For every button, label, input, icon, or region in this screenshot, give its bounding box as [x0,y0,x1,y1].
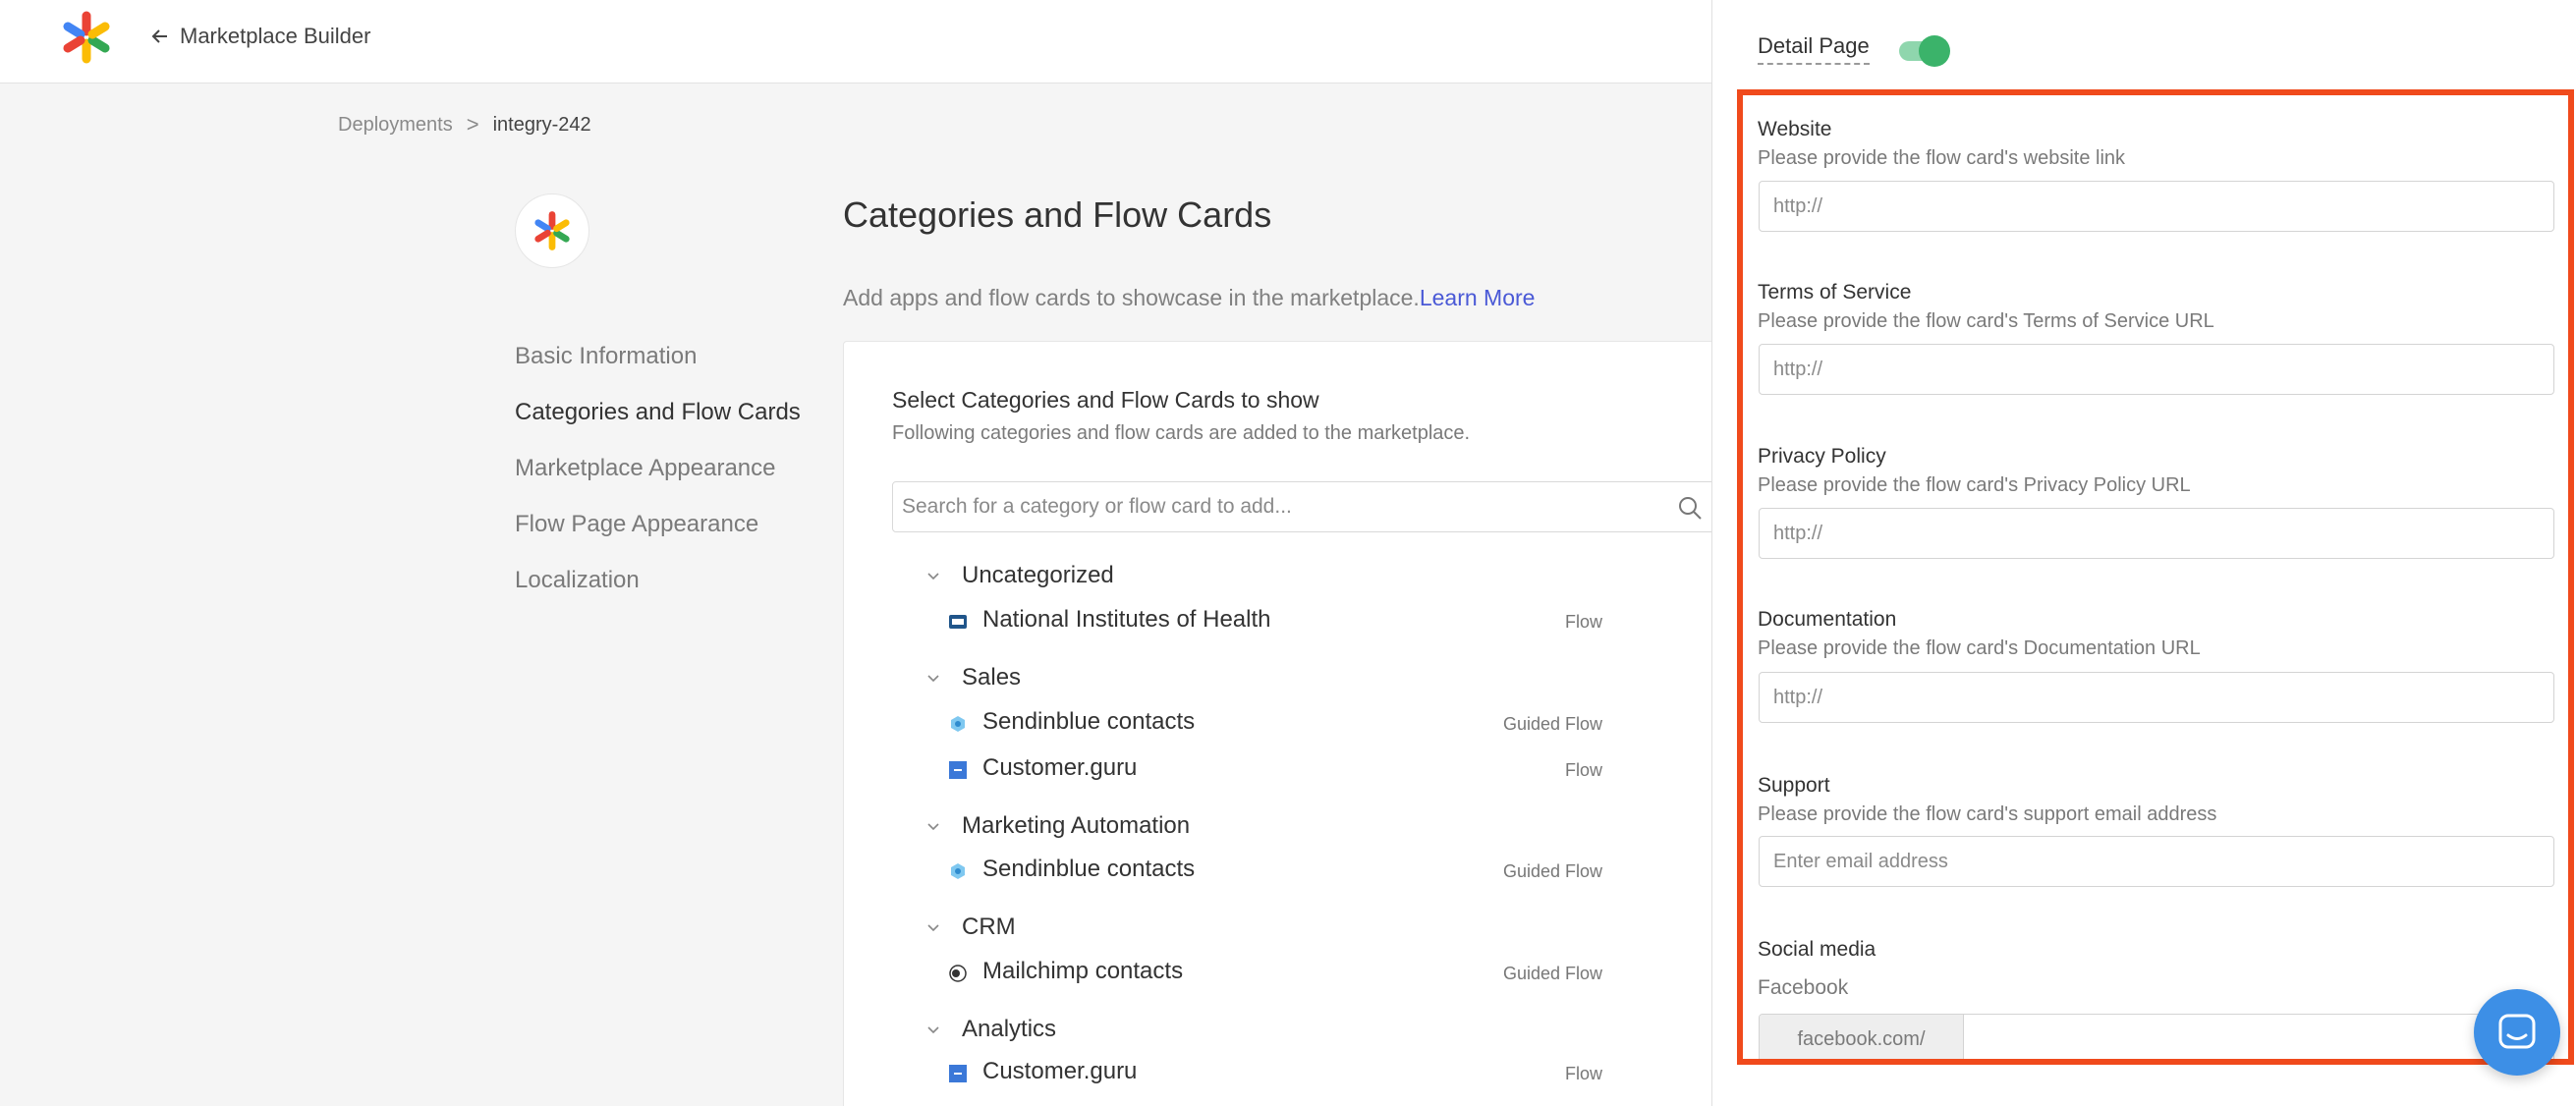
flow-card-name: Customer.guru [982,754,1138,781]
flow-card-row[interactable]: Customer.guru Flow [924,1056,1602,1089]
back-to-marketplace-builder-link[interactable]: Marketplace Builder [150,22,370,51]
deployment-avatar [515,194,589,268]
category-crm[interactable]: CRM [924,911,1016,944]
sendinblue-app-icon [951,863,965,879]
category-sales[interactable]: Sales [924,661,1021,694]
detail-page-toggle[interactable] [1899,35,1950,67]
sendinblue-app-icon [951,716,965,732]
chevron-down-icon[interactable] [924,1021,942,1038]
category-label: Uncategorized [962,562,1114,588]
flow-card-type: Flow [1564,760,1602,780]
flow-card-type: Guided Flow [1502,714,1602,734]
page-title: Categories and Flow Cards [843,194,1272,235]
chat-icon [2498,1014,2536,1049]
page-subtitle: Add apps and flow cards to showcase in t… [843,285,1535,311]
breadcrumb-separator: > [466,112,479,137]
facebook-prefix: facebook.com/ [1760,1015,1964,1064]
chat-launcher-button[interactable] [2474,989,2560,1076]
back-label: Marketplace Builder [180,24,371,48]
integry-logo[interactable] [59,10,114,65]
category-analytics[interactable]: Analytics [924,1013,1056,1046]
arrow-left-icon [151,29,167,43]
breadcrumb: Deployments > integry-242 [338,112,591,138]
mailchimp-app-icon [949,965,967,982]
nav-basic-information[interactable]: Basic Information [515,340,801,396]
subtitle-text: Add apps and flow cards to showcase in t… [843,285,1420,310]
detail-page-panel: Detail Page Website Please provide the f… [1711,0,2576,1106]
flow-card-row[interactable]: Sendinblue contacts Guided Flow [924,854,1602,887]
flow-card-row[interactable]: Sendinblue contacts Guided Flow [924,706,1602,740]
terms-of-service-label: Terms of Service [1758,281,1912,304]
category-label: Marketing Automation [962,812,1191,839]
nav-marketplace-appearance[interactable]: Marketplace Appearance [515,452,801,508]
terms-of-service-help: Please provide the flow card's Terms of … [1758,310,2214,332]
toggle-knob [1919,35,1950,67]
chevron-down-icon[interactable] [924,817,942,835]
flow-card-name: Customer.guru [982,1058,1138,1084]
category-label: Analytics [962,1016,1057,1042]
flow-card-type: Flow [1564,612,1602,632]
support-email-input[interactable] [1759,836,2554,887]
search-icon[interactable] [1677,495,1703,521]
breadcrumb-current: integry-242 [492,113,591,136]
support-help: Please provide the flow card's support e… [1758,803,2217,825]
website-input[interactable] [1759,181,2554,232]
support-label: Support [1758,774,1830,797]
documentation-input[interactable] [1759,672,2554,723]
website-label: Website [1758,118,1832,140]
flow-card-row[interactable]: Customer.guru Flow [924,752,1602,786]
breadcrumb-deployments[interactable]: Deployments [338,114,453,137]
terms-of-service-input[interactable] [1759,344,2554,395]
category-label: Sales [962,664,1022,691]
customer-guru-app-icon [949,761,967,779]
social-media-label: Social media [1758,938,1876,961]
category-search-input[interactable] [893,482,1716,531]
facebook-input[interactable] [1964,1015,2553,1064]
category-label: CRM [962,913,1016,940]
card-title: Select Categories and Flow Cards to show [892,387,1319,413]
privacy-policy-help: Please provide the flow card's Privacy P… [1758,474,2191,496]
flow-card-type: Guided Flow [1502,861,1602,881]
flow-card-name: Sendinblue contacts [982,856,1196,882]
categories-card: Select Categories and Flow Cards to show… [843,341,1727,1106]
facebook-label: Facebook [1758,976,1849,999]
card-subtitle: Following categories and flow cards are … [892,422,1471,444]
integry-logo-small [534,211,570,250]
nav-flow-page-appearance[interactable]: Flow Page Appearance [515,508,801,564]
website-help: Please provide the flow card's website l… [1758,147,2126,169]
category-search [892,481,1717,532]
chevron-down-icon[interactable] [924,669,942,687]
nav-categories-and-flow-cards[interactable]: Categories and Flow Cards [515,396,801,452]
category-marketing-automation[interactable]: Marketing Automation [924,809,1190,843]
flow-card-type: Guided Flow [1502,964,1602,983]
flow-card-name: National Institutes of Health [982,606,1271,633]
flow-card-name: Sendinblue contacts [982,708,1196,735]
chevron-down-icon[interactable] [924,567,942,584]
privacy-policy-label: Privacy Policy [1758,445,1886,468]
flow-card-type: Flow [1564,1064,1602,1083]
flow-card-name: Mailchimp contacts [982,958,1184,984]
category-uncategorized[interactable]: Uncategorized [924,559,1114,592]
facebook-field: facebook.com/ [1759,1014,2554,1065]
documentation-label: Documentation [1758,608,1897,631]
top-bar: Marketplace Builder [0,0,1711,83]
flow-card-row[interactable]: Mailchimp contacts Guided Flow [924,956,1602,989]
documentation-help: Please provide the flow card's Documenta… [1758,637,2201,659]
learn-more-link[interactable]: Learn More [1420,285,1536,310]
chevron-down-icon[interactable] [924,918,942,936]
flow-card-row[interactable]: National Institutes of Health Flow [924,604,1602,637]
customer-guru-app-icon [949,1065,967,1082]
nav-localization[interactable]: Localization [515,564,801,620]
settings-side-nav: Basic Information Categories and Flow Ca… [515,340,801,620]
privacy-policy-input[interactable] [1759,508,2554,559]
detail-page-label: Detail Page [1758,33,1870,65]
nih-app-icon [949,615,967,629]
